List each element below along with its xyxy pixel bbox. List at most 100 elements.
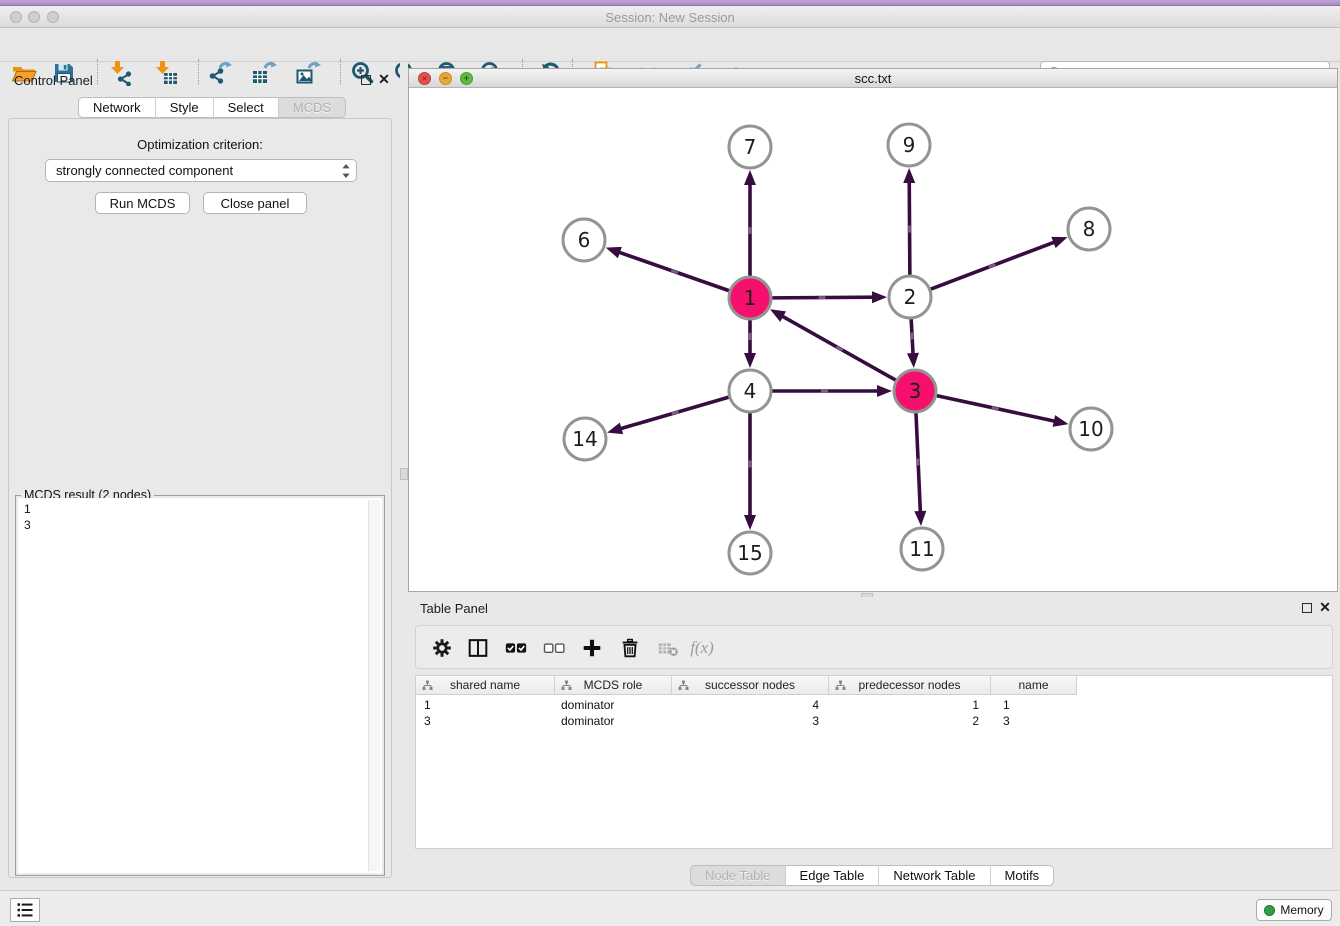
tab-mcds[interactable]: MCDS (279, 97, 346, 118)
table-cell[interactable]: 3 (991, 713, 1077, 729)
control-panel-float-button[interactable] (358, 73, 374, 87)
tab-select[interactable]: Select (214, 97, 279, 118)
graph-node-label: 10 (1078, 417, 1103, 441)
deselect-all-button[interactable] (540, 635, 568, 661)
delete-table-button-disabled (654, 635, 682, 661)
mcds-panel: Optimization criterion: strongly connect… (8, 118, 392, 878)
graph-edge-arrowhead (914, 511, 926, 526)
edge-handle (917, 458, 920, 465)
table-cell[interactable]: 3 (416, 713, 555, 729)
edge-handle (911, 332, 914, 339)
tab-network-table[interactable]: Network Table (879, 865, 990, 886)
column-header-name[interactable]: name (991, 676, 1077, 695)
close-panel-button[interactable]: Close panel (203, 192, 307, 214)
table-panel-close-button[interactable]: ✕ (1317, 600, 1333, 614)
graph-edge-arrowhead (744, 353, 756, 368)
table-cell[interactable]: dominator (555, 697, 672, 713)
graph-edge-arrowhead (607, 423, 623, 435)
hierarchy-icon (835, 680, 846, 691)
tab-label: Node Table (705, 868, 771, 883)
column-header-mcds-role[interactable]: MCDS role (555, 676, 672, 695)
button-label: Run MCDS (110, 196, 176, 211)
table-cell[interactable]: dominator (555, 713, 672, 729)
edge-handle (818, 296, 825, 299)
memory-label: Memory (1280, 903, 1323, 917)
graph-edge-arrowhead (1051, 237, 1067, 248)
edge-handle (749, 333, 752, 340)
table-settings-button[interactable] (428, 635, 456, 661)
splitter-handle[interactable] (400, 468, 408, 480)
optimization-criterion-select[interactable]: strongly connected component (45, 159, 357, 182)
close-icon: ✕ (1319, 601, 1331, 613)
edge-handle (908, 225, 911, 232)
float-icon (361, 75, 371, 85)
columns-icon (466, 636, 490, 660)
checked-boxes-icon (503, 636, 529, 660)
table-cell[interactable]: 4 (672, 697, 829, 713)
tab-style[interactable]: Style (156, 97, 214, 118)
unchecked-boxes-icon (541, 636, 567, 660)
graph-node-label: 3 (909, 379, 922, 403)
column-label: successor nodes (705, 678, 795, 692)
application-window: Session: New Session (0, 0, 1340, 926)
tab-label: Network (93, 100, 141, 115)
column-header-shared-name[interactable]: shared name (416, 676, 555, 695)
select-all-button[interactable] (502, 635, 530, 661)
network-graph[interactable]: 7968124314101511 (409, 88, 1337, 591)
table-cell[interactable]: 1 (416, 697, 555, 713)
memory-button[interactable]: Memory (1256, 899, 1332, 921)
network-window-titlebar[interactable]: ✕ − + scc.txt (409, 69, 1337, 88)
column-label: name (1018, 678, 1048, 692)
create-column-button[interactable] (578, 635, 606, 661)
table-panel-float-button[interactable] (1299, 601, 1315, 615)
dropdown-value: strongly connected component (56, 163, 233, 178)
hierarchy-icon (678, 680, 689, 691)
gear-icon (430, 636, 454, 660)
table-cell[interactable]: 3 (672, 713, 829, 729)
tab-network[interactable]: Network (78, 97, 156, 118)
graph-node-label: 14 (572, 427, 597, 451)
control-panel-title: Control Panel (14, 73, 93, 88)
tab-label: Style (170, 100, 199, 115)
network-window-title: scc.txt (409, 71, 1337, 86)
graph-edge-arrowhead (770, 309, 786, 322)
vertical-splitter[interactable] (400, 62, 408, 890)
control-panel-close-button[interactable]: ✕ (376, 72, 392, 86)
table-header-row: shared name MCDS role successor nodes pr… (416, 676, 1077, 695)
edge-handle (749, 227, 752, 234)
column-header-predecessor-nodes[interactable]: predecessor nodes (829, 676, 991, 695)
tab-motifs[interactable]: Motifs (991, 865, 1055, 886)
graph-edge-arrowhead (744, 170, 756, 185)
network-view-window: ✕ − + scc.txt 7968124314101511 (408, 68, 1338, 592)
column-label: shared name (450, 678, 520, 692)
graph-edge-arrowhead (744, 515, 756, 530)
table-cell[interactable]: 1 (829, 697, 991, 713)
function-builder-button-disabled: f(x) (688, 635, 716, 661)
result-scrollbar[interactable] (368, 500, 380, 871)
control-panel: Control Panel ✕ Network Style Select MCD… (0, 62, 400, 890)
delete-column-button[interactable] (616, 635, 644, 661)
task-history-button[interactable] (10, 898, 40, 922)
tab-label: Select (228, 100, 264, 115)
table-panel-title: Table Panel (420, 601, 488, 616)
run-mcds-button[interactable]: Run MCDS (95, 192, 190, 214)
mcds-result-list[interactable]: 1 3 (18, 498, 382, 873)
table-row[interactable]: 3dominator323 (416, 713, 1086, 729)
tab-node-table[interactable]: Node Table (690, 865, 786, 886)
optimization-criterion-label: Optimization criterion: (9, 137, 391, 152)
tab-label: Edge Table (800, 868, 865, 883)
plus-icon (580, 636, 604, 660)
window-title: Session: New Session (0, 10, 1340, 25)
graph-node-label: 6 (578, 228, 591, 252)
list-icon (15, 900, 35, 920)
show-columns-button[interactable] (464, 635, 492, 661)
column-header-successor-nodes[interactable]: successor nodes (672, 676, 829, 695)
graph-edge-arrowhead (907, 353, 919, 368)
table-cell[interactable]: 1 (991, 697, 1077, 713)
table-cell[interactable]: 2 (829, 713, 991, 729)
fx-icon: f(x) (690, 638, 714, 658)
chevron-up-down-icon (341, 163, 351, 182)
tab-edge-table[interactable]: Edge Table (786, 865, 880, 886)
graph-node-label: 11 (909, 537, 934, 561)
table-row[interactable]: 1dominator411 (416, 697, 1086, 713)
